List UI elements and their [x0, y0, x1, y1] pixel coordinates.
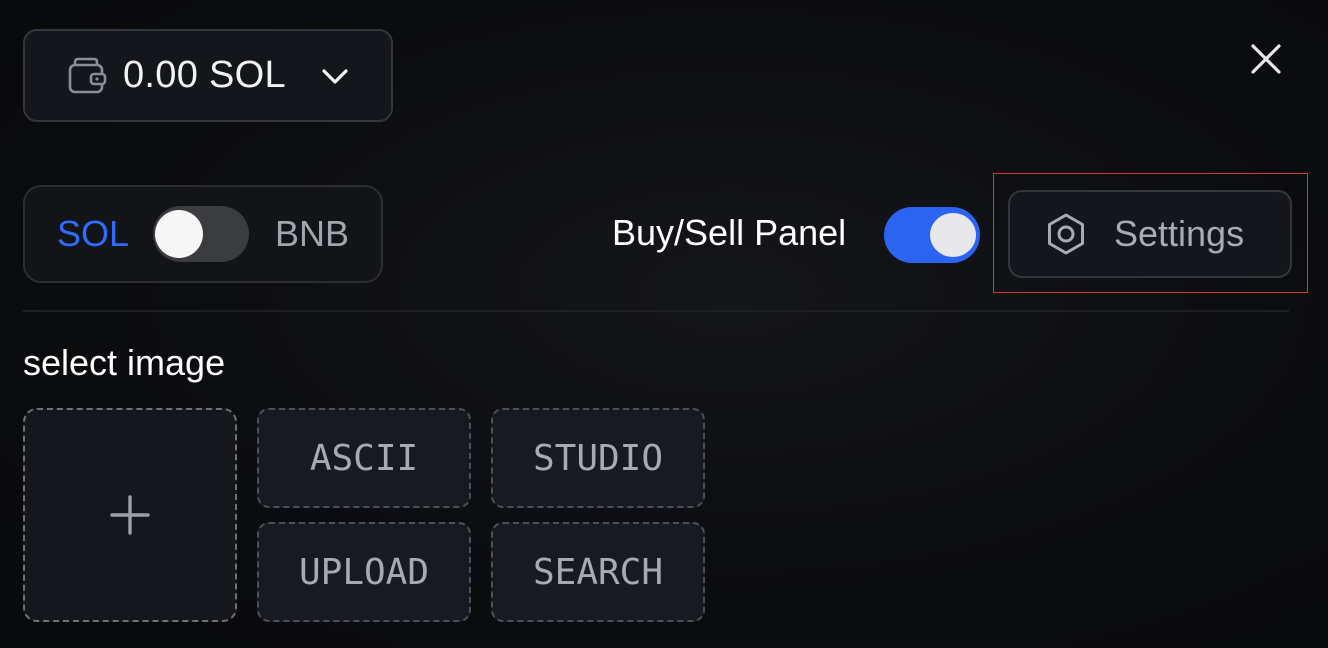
chain-option-bnb[interactable]: BNB — [275, 213, 349, 255]
wallet-balance: 0.00 SOL — [123, 54, 286, 96]
wallet-balance-dropdown[interactable]: 0.00 SOL — [23, 29, 393, 122]
select-image-heading: select image — [23, 342, 226, 383]
upload-button[interactable]: UPLOAD — [257, 522, 471, 622]
gear-icon — [1048, 213, 1084, 255]
add-image-button[interactable] — [23, 408, 237, 622]
wallet-icon — [68, 57, 107, 93]
search-button[interactable]: SEARCH — [491, 522, 705, 622]
chain-toggle: SOL BNB — [23, 185, 383, 283]
ascii-button[interactable]: ASCII — [257, 408, 471, 508]
buy-sell-panel-label: Buy/Sell Panel — [612, 212, 847, 253]
settings-label: Settings — [1114, 213, 1245, 254]
close-icon[interactable] — [1244, 37, 1288, 81]
switch-knob — [930, 213, 976, 257]
settings-button[interactable]: Settings — [1008, 190, 1292, 278]
plus-icon — [110, 495, 150, 535]
switch-knob — [155, 210, 203, 258]
divider — [23, 310, 1289, 312]
chain-option-sol[interactable]: SOL — [57, 213, 153, 255]
studio-button[interactable]: STUDIO — [491, 408, 705, 508]
buy-sell-panel-switch[interactable] — [884, 207, 980, 263]
chevron-down-icon — [322, 68, 348, 84]
trade-settings-panel: 0.00 SOL SOL BNB Buy/Sell Panel Settings… — [0, 0, 1328, 648]
chain-switch[interactable] — [153, 206, 249, 262]
